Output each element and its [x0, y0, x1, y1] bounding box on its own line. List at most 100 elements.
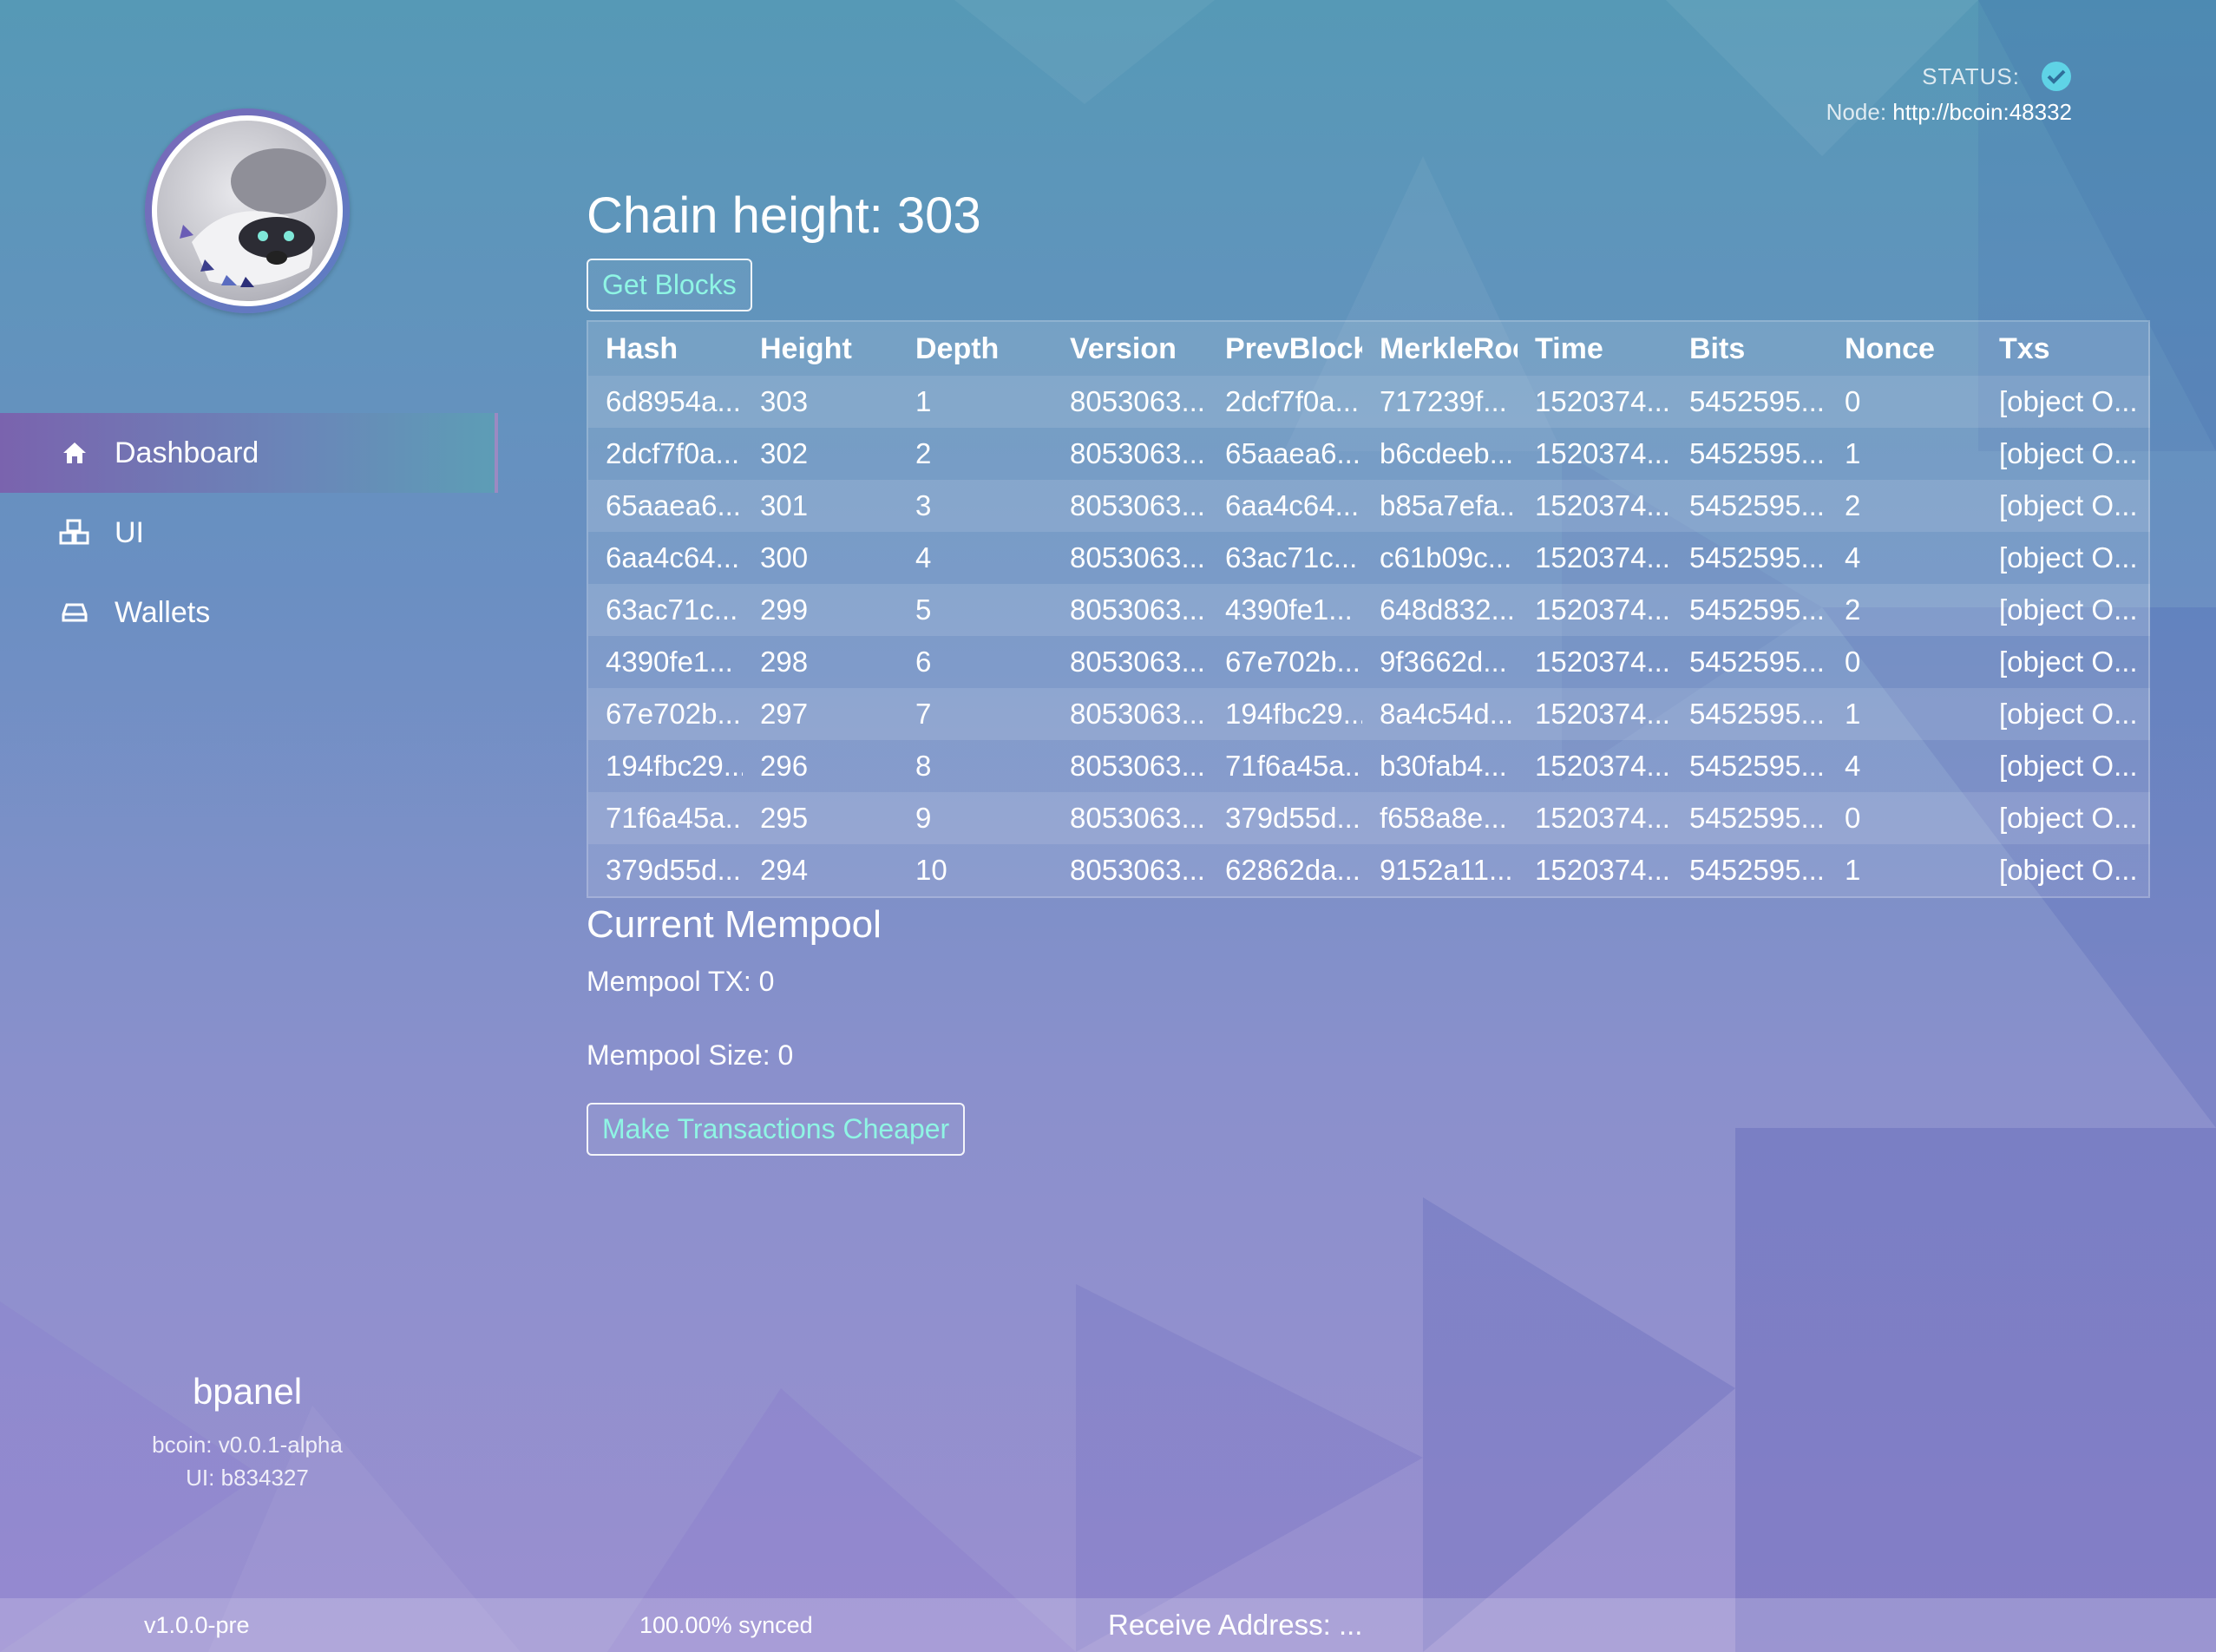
table-cell: 63ac71c... — [588, 584, 743, 636]
table-cell: [object O... — [1982, 532, 2150, 584]
node-label: Node: — [1826, 99, 1887, 125]
table-cell: 717239f... — [1362, 376, 1518, 428]
table-row[interactable]: 379d55d... 294 10 8053063... 62862da... 9152a… — [588, 844, 2150, 896]
table-row[interactable]: 194fbc29... 296 8 8053063... 71f6a45a... b30f… — [588, 740, 2150, 792]
column-header: MerkleRoot — [1362, 322, 1518, 376]
table-cell: 7 — [898, 688, 1052, 740]
cubes-icon — [57, 515, 92, 550]
table-cell: 3 — [898, 480, 1052, 532]
check-circle-icon — [2041, 61, 2072, 92]
table-cell: [object O... — [1982, 636, 2150, 688]
table-row[interactable]: 71f6a45a... 295 9 8053063... 379d55d... f658a… — [588, 792, 2150, 844]
table-cell: 5452595... — [1672, 688, 1827, 740]
table-cell: 71f6a45a... — [588, 792, 743, 844]
table-cell: 1 — [1827, 844, 1982, 896]
table-cell: 6d8954a... — [588, 376, 743, 428]
sidebar-item-label: UI — [115, 515, 144, 549]
table-row[interactable]: 6d8954a... 303 1 8053063... 2dcf7f0a... 71723… — [588, 376, 2150, 428]
get-blocks-button[interactable]: Get Blocks — [587, 259, 752, 311]
make-transactions-cheaper-button[interactable]: Make Transactions Cheaper — [587, 1103, 966, 1156]
column-header: Bits — [1672, 322, 1827, 376]
table-cell: 1520374... — [1518, 636, 1672, 688]
column-header: Hash — [588, 322, 743, 376]
table-cell: [object O... — [1982, 740, 2150, 792]
table-cell: 6aa4c64... — [588, 532, 743, 584]
table-row[interactable]: 6aa4c64... 300 4 8053063... 63ac71c... c61b09… — [588, 532, 2150, 584]
table-cell: 8053063... — [1052, 376, 1208, 428]
table-cell: 1520374... — [1518, 584, 1672, 636]
hdd-icon — [57, 595, 92, 630]
table-row[interactable]: 4390fe1... 298 6 8053063... 67e702b... 9f3662… — [588, 636, 2150, 688]
sidebar-item-wallets[interactable]: Wallets — [0, 573, 498, 652]
table-cell: f658a8e... — [1362, 792, 1518, 844]
table-row[interactable]: 67e702b... 297 7 8053063... 194fbc29... 8a4c5… — [588, 688, 2150, 740]
table-row[interactable]: 63ac71c... 299 5 8053063... 4390fe1... 648d83… — [588, 584, 2150, 636]
table-cell: 297 — [743, 688, 898, 740]
table-cell: 62862da... — [1208, 844, 1362, 896]
table-cell: 9 — [898, 792, 1052, 844]
table-cell: b85a7efa... — [1362, 480, 1518, 532]
table-cell: 302 — [743, 428, 898, 480]
sidebar-item-dashboard[interactable]: Dashboard — [0, 413, 498, 493]
table-cell: [object O... — [1982, 376, 2150, 428]
table-row[interactable]: 2dcf7f0a... 302 2 8053063... 65aaea6... b6cde… — [588, 428, 2150, 480]
table-cell: 0 — [1827, 792, 1982, 844]
node-row: Node: http://bcoin:48332 — [1826, 99, 2072, 126]
table-cell: 379d55d... — [588, 844, 743, 896]
table-cell: 8053063... — [1052, 740, 1208, 792]
sidebar-item-label: Dashboard — [115, 436, 259, 469]
status-panel: STATUS: Node: http://bcoin:48332 — [1826, 61, 2072, 126]
node-url: http://bcoin:48332 — [1892, 99, 2072, 125]
table-cell: 65aaea6... — [588, 480, 743, 532]
table-cell: 2dcf7f0a... — [588, 428, 743, 480]
brand-block: bpanel bcoin: v0.0.1-alpha UI: b834327 — [74, 1371, 421, 1494]
table-cell: 194fbc29... — [1208, 688, 1362, 740]
table-cell: 9f3662d... — [1362, 636, 1518, 688]
table-cell: 8053063... — [1052, 584, 1208, 636]
sidebar-item-ui[interactable]: UI — [0, 493, 498, 573]
table-cell: 5452595... — [1672, 740, 1827, 792]
table-cell: 1520374... — [1518, 688, 1672, 740]
table-cell: [object O... — [1982, 480, 2150, 532]
table-cell: 1520374... — [1518, 532, 1672, 584]
table-cell: b6cdeeb... — [1362, 428, 1518, 480]
column-header: Time — [1518, 322, 1672, 376]
table-cell: 63ac71c... — [1208, 532, 1362, 584]
table-cell: 295 — [743, 792, 898, 844]
table-cell: b30fab4... — [1362, 740, 1518, 792]
table-cell: 1520374... — [1518, 428, 1672, 480]
brand-title: bpanel — [192, 1371, 303, 1412]
table-cell: 4390fe1... — [588, 636, 743, 688]
table-cell: 8a4c54d... — [1362, 688, 1518, 740]
table-cell: 1 — [1827, 688, 1982, 740]
sidebar-nav: Dashboard UI Wallets — [0, 413, 498, 652]
table-cell: 2 — [898, 428, 1052, 480]
sync-status: 100.00% synced — [639, 1612, 813, 1638]
blocks-table: HashHeightDepthVersionPrevBlockMerkleRoo… — [587, 320, 2150, 898]
table-row[interactable]: 65aaea6... 301 3 8053063... 6aa4c64... b85a7e… — [588, 480, 2150, 532]
mempool-size: Mempool Size: 0 — [587, 1039, 794, 1071]
table-cell: 0 — [1827, 376, 1982, 428]
table-cell: [object O... — [1982, 844, 2150, 896]
table-cell: [object O... — [1982, 792, 2150, 844]
table-cell: 294 — [743, 844, 898, 896]
table-cell: 8 — [898, 740, 1052, 792]
table-cell: 1520374... — [1518, 844, 1672, 896]
footer-bar: v1.0.0-pre 100.00% synced Receive Addres… — [0, 1598, 2216, 1652]
table-cell: [object O... — [1982, 428, 2150, 480]
table-cell: 1520374... — [1518, 740, 1672, 792]
table-cell: 4 — [1827, 532, 1982, 584]
table-cell: 8053063... — [1052, 688, 1208, 740]
table-cell: [object O... — [1982, 688, 2150, 740]
table-cell: c61b09c... — [1362, 532, 1518, 584]
column-header: Txs — [1982, 322, 2150, 376]
table-cell: 5452595... — [1672, 376, 1827, 428]
table-cell: 4390fe1... — [1208, 584, 1362, 636]
table-cell: 5452595... — [1672, 844, 1827, 896]
table-cell: 298 — [743, 636, 898, 688]
status-label: STATUS: — [1922, 62, 2020, 89]
table-cell: 1520374... — [1518, 480, 1672, 532]
column-header: Version — [1052, 322, 1208, 376]
bcoin-version: bcoin: v0.0.1-alpha — [152, 1432, 343, 1458]
receive-address: Receive Address: ... — [1108, 1609, 1363, 1641]
